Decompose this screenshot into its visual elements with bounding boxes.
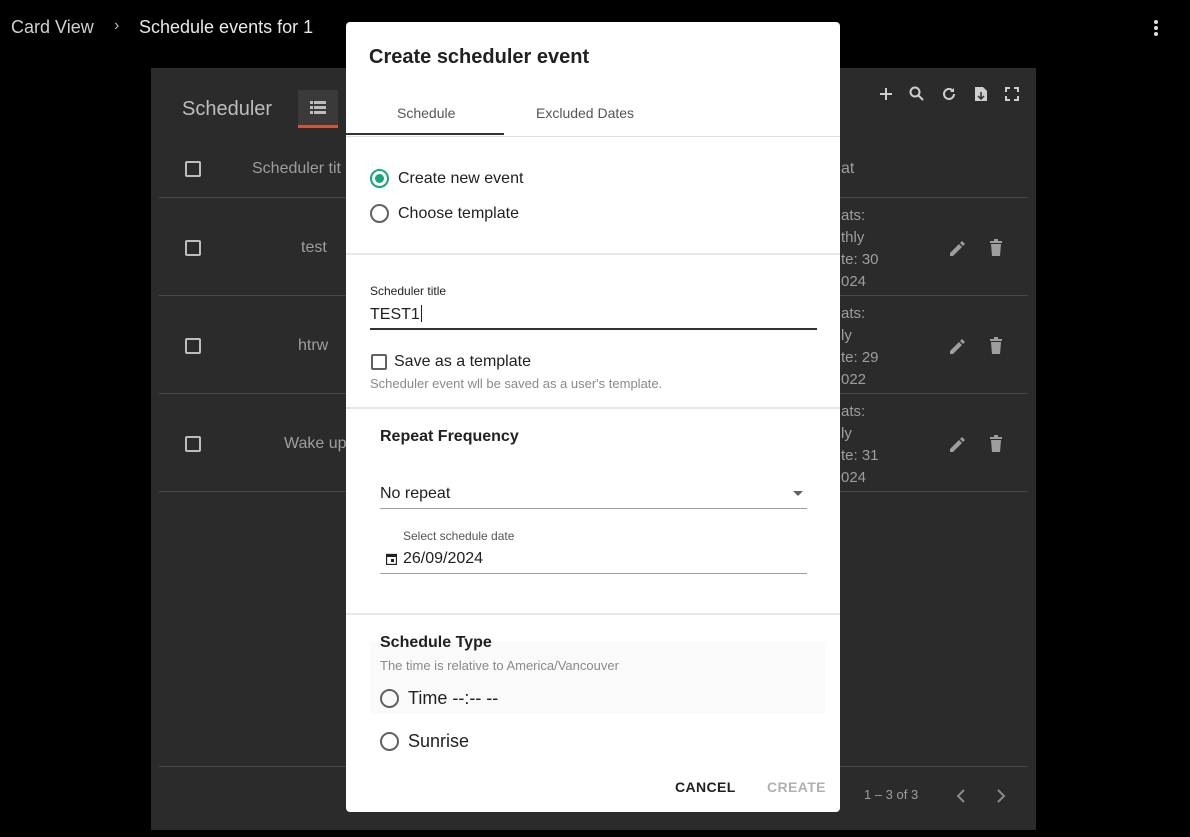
section-divider (346, 253, 840, 255)
row-title: test (301, 239, 327, 256)
choose-template-label[interactable]: Choose template (398, 205, 519, 223)
search-icon[interactable] (909, 84, 925, 104)
pagination-range: 1 – 3 of 3 (864, 787, 919, 802)
card-title: Scheduler (182, 98, 273, 120)
schedule-date-input[interactable]: 26/09/2024 (403, 550, 483, 568)
delete-icon[interactable] (989, 435, 1003, 453)
more-options-icon[interactable] (1146, 18, 1166, 38)
dialog-title: Create scheduler event (369, 46, 590, 68)
row-title: Wake up (284, 435, 347, 452)
create-new-event-label[interactable]: Create new event (398, 170, 523, 188)
breadcrumb-current: Schedule events for 1 (139, 17, 314, 37)
edit-icon[interactable] (948, 436, 966, 454)
delete-icon[interactable] (989, 337, 1003, 355)
chevron-left-icon[interactable] (956, 788, 966, 804)
select-all-checkbox[interactable] (185, 161, 201, 177)
save-as-template-label[interactable]: Save as a template (394, 353, 531, 371)
date-input-underline (380, 573, 807, 574)
repeat-select-underline (380, 508, 807, 509)
tabs-divider (346, 136, 840, 137)
save-as-template-checkbox[interactable] (371, 354, 387, 370)
row-checkbox[interactable] (185, 436, 201, 452)
choose-template-radio[interactable] (370, 204, 389, 223)
schedule-type-title: Schedule Type (380, 634, 492, 651)
calendar-icon[interactable] (386, 553, 397, 565)
list-view-button[interactable] (298, 90, 338, 128)
delete-icon[interactable] (989, 239, 1003, 257)
schedule-type-sunrise-radio[interactable] (380, 732, 399, 751)
section-divider (346, 613, 840, 615)
breadcrumb-separator: › (114, 17, 120, 34)
title-input-underline (370, 328, 817, 330)
refresh-icon[interactable] (941, 84, 957, 104)
repeat-frequency-title: Repeat Frequency (380, 428, 519, 445)
tab-excluded-dates[interactable]: Excluded Dates (536, 105, 634, 121)
dropdown-arrow-icon[interactable] (793, 491, 803, 496)
scheduler-title-label: Scheduler title (370, 284, 447, 298)
row-checkbox[interactable] (185, 240, 201, 256)
active-tab-indicator (346, 133, 504, 135)
export-file-icon[interactable] (974, 84, 988, 104)
chevron-right-icon[interactable] (996, 788, 1006, 804)
edit-icon[interactable] (948, 240, 966, 258)
schedule-type-sunrise-label[interactable]: Sunrise (408, 731, 469, 752)
row-repeat-info: ats: thly te: 30 024 (841, 207, 879, 290)
add-icon[interactable] (879, 84, 893, 104)
create-scheduler-event-dialog: Create scheduler event Schedule Excluded… (346, 22, 840, 812)
fullscreen-icon[interactable] (1005, 84, 1019, 104)
row-repeat-info: ats: ly te: 31 024 (841, 403, 879, 486)
row-title: htrw (298, 337, 329, 354)
create-button[interactable]: CREATE (767, 779, 826, 795)
timezone-hint: The time is relative to America/Vancouve… (380, 658, 619, 673)
save-as-template-hint: Scheduler event wll be saved as a user's… (370, 376, 663, 391)
column-header-title[interactable]: Scheduler tit (252, 160, 341, 178)
schedule-type-time-label[interactable]: Time --:-- -- (408, 688, 498, 709)
repeat-frequency-select[interactable]: No repeat (380, 485, 450, 503)
edit-icon[interactable] (948, 338, 966, 356)
cancel-button[interactable]: CANCEL (675, 779, 736, 795)
list-view-icon (310, 101, 326, 114)
schedule-date-label: Select schedule date (403, 529, 515, 543)
row-repeat-info: ats: ly te: 29 022 (841, 305, 879, 388)
create-new-event-radio[interactable] (370, 169, 389, 188)
section-divider (346, 407, 840, 409)
breadcrumb-parent[interactable]: Card View (11, 17, 94, 38)
scheduler-title-input[interactable]: TEST1 (370, 305, 422, 324)
row-checkbox[interactable] (185, 338, 201, 354)
column-header-repeat[interactable]: at (841, 160, 854, 178)
active-view-indicator (298, 125, 338, 128)
tab-schedule[interactable]: Schedule (397, 105, 455, 121)
schedule-type-time-radio[interactable] (380, 689, 399, 708)
